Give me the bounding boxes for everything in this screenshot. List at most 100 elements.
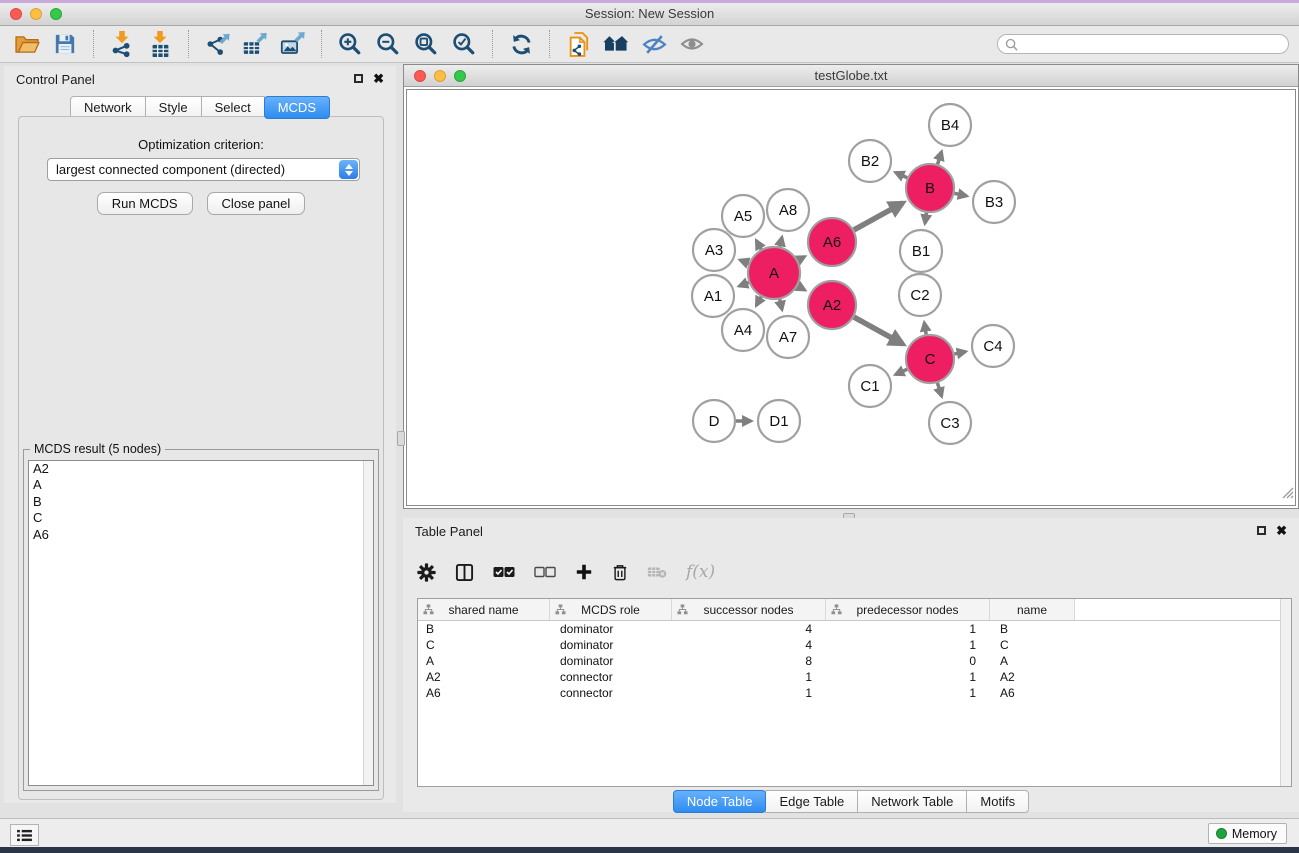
table-row[interactable]: Cdominator41C [418,637,1291,653]
float-panel-icon[interactable] [1257,526,1266,535]
import-table-icon[interactable] [145,29,175,59]
graph-edge-B-B3[interactable] [954,193,966,196]
graph-edge-A-A8[interactable] [780,237,782,246]
column-header-successor-nodes[interactable]: successor nodes [672,599,826,620]
network-canvas[interactable]: B4B2BB3A8A5A6A3B1AA1C2A2A4A7C4CC1C3DD1 [406,89,1296,506]
table-row[interactable]: Adominator80A [418,653,1291,669]
tab-node-table[interactable]: Node Table [673,790,767,813]
close-panel-button[interactable]: Close panel [207,192,306,215]
table-body: Bdominator41BCdominator41CAdominator80AA… [418,621,1291,701]
column-header-name[interactable]: name [990,599,1075,620]
vertical-splitter-grip[interactable] [397,431,405,446]
graph-edge-A-A7[interactable] [780,299,782,309]
table-scrollbar[interactable] [1280,599,1291,786]
table-row[interactable]: A6connector11A6 [418,685,1291,701]
mcds-result-scrollbar[interactable] [363,461,373,785]
mcds-result-item[interactable]: A [29,477,373,493]
memory-button[interactable]: Memory [1208,823,1287,844]
graph-edge-A-A1[interactable] [739,283,749,287]
tab-motifs[interactable]: Motifs [966,790,1029,813]
graph-edge-B-B4[interactable] [938,152,942,164]
table-cell: 1 [672,686,826,700]
graph-edge-A2-C[interactable] [854,317,903,344]
copy-network-view-icon[interactable] [563,29,593,59]
table-toolbar: f(x) [417,554,715,590]
graph-node-label: A6 [823,234,841,251]
delete-column-icon[interactable] [612,563,628,582]
home-layout-icon[interactable] [601,29,631,59]
select-all-columns-icon[interactable] [493,566,515,578]
graph-edge-A-A3[interactable] [740,260,749,263]
close-panel-icon[interactable]: ✖ [1276,525,1287,536]
tab-mcds[interactable]: MCDS [264,96,330,119]
export-image-icon[interactable] [278,29,308,59]
column-header-predecessor-nodes[interactable]: predecessor nodes [826,599,990,620]
toolbar-separator [188,30,189,58]
table-cell: 4 [672,638,826,652]
mcds-result-item[interactable]: A2 [29,461,373,477]
table-panel: Table Panel ✖ f(x) share [403,518,1299,812]
table-cell: 1 [672,670,826,684]
graph-edge-C-C3[interactable] [937,383,941,396]
graph-edge-A-A2[interactable] [798,286,805,290]
export-table-icon[interactable] [240,29,270,59]
graph-node-label: B4 [941,117,959,134]
import-network-icon[interactable] [107,29,137,59]
table-settings-gear-icon[interactable] [417,563,436,582]
close-panel-icon[interactable]: ✖ [373,73,384,84]
save-session-icon[interactable] [50,29,80,59]
column-header-mcds-role[interactable]: MCDS role [550,599,672,620]
tab-edge-table[interactable]: Edge Table [765,790,858,813]
create-column-icon[interactable] [575,563,593,581]
table-cell: 8 [672,654,826,668]
mcds-result-item[interactable]: B [29,494,373,510]
graph-edge-A-A5[interactable] [756,241,761,250]
network-close-button[interactable] [414,70,426,82]
table-cell: A [990,654,1075,668]
graph-edge-B-B1[interactable] [925,213,927,224]
minimize-window-button[interactable] [30,8,42,20]
zoom-out-icon[interactable] [373,29,403,59]
network-minimize-button[interactable] [434,70,446,82]
graph-node-label: A8 [779,202,797,219]
mcds-result-item[interactable]: C [29,510,373,526]
graph-edge-C-C4[interactable] [954,352,965,354]
float-panel-icon[interactable] [354,74,363,83]
graph-edge-B-B2[interactable] [896,172,908,177]
table-row[interactable]: Bdominator41B [418,621,1291,637]
zoom-window-button[interactable] [50,8,62,20]
graph-node-label: B [925,180,935,197]
zoom-in-icon[interactable] [335,29,365,59]
zoom-fit-icon[interactable] [411,29,441,59]
close-window-button[interactable] [10,8,22,20]
network-zoom-button[interactable] [454,70,466,82]
graph-edge-C-C2[interactable] [924,323,926,335]
graph-edge-A-A6[interactable] [798,257,805,261]
export-network-icon[interactable] [202,29,232,59]
zoom-selected-icon[interactable] [449,29,479,59]
graph-edge-A-A4[interactable] [756,297,761,306]
optimization-criterion-select[interactable]: largest connected component (directed) [47,158,360,181]
memory-status-icon [1216,828,1227,839]
table-cell: dominator [550,638,672,652]
search-field[interactable] [997,34,1289,54]
refresh-network-icon[interactable] [506,29,536,59]
show-graphics-details-icon[interactable] [677,29,707,59]
search-input[interactable] [1022,36,1276,52]
graph-edge-A6-B[interactable] [854,203,903,230]
open-file-icon[interactable] [12,29,42,59]
hide-graphics-details-icon[interactable] [639,29,669,59]
resize-grip-icon[interactable] [1281,486,1294,504]
column-header-shared-name[interactable]: shared name [418,599,550,620]
table-cell: C [418,638,550,652]
table-row[interactable]: A2connector11A2 [418,669,1291,685]
table-cell: 1 [826,622,990,636]
mcds-result-item[interactable]: A6 [29,527,373,543]
task-history-button[interactable] [10,824,39,846]
tab-network-table[interactable]: Network Table [857,790,967,813]
graph-edge-C-C1[interactable] [896,369,908,374]
run-mcds-button[interactable]: Run MCDS [97,192,193,215]
deselect-all-columns-icon[interactable] [534,566,556,578]
table-cell: 4 [672,622,826,636]
show-columns-icon[interactable] [455,563,474,582]
